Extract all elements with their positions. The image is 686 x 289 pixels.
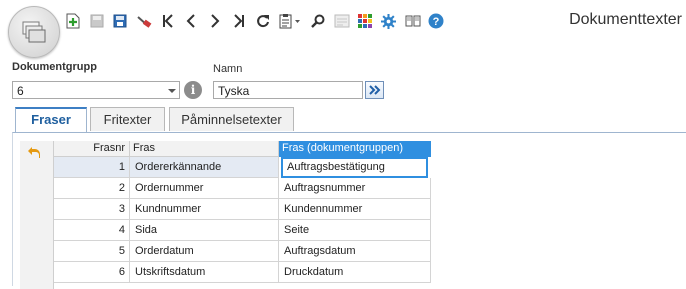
- window-title: Dokumenttexter: [569, 11, 682, 28]
- cell-fras: Ordernummer: [130, 178, 279, 199]
- previous-record-button[interactable]: [180, 9, 202, 33]
- help-icon: ?: [428, 13, 444, 29]
- cell-fras-dokumentgruppen-editor[interactable]: Auftragsbestätigung: [281, 157, 428, 178]
- cell-frasnr: 6: [54, 262, 130, 283]
- new-record-button[interactable]: [62, 9, 84, 33]
- info-icon: i: [190, 83, 196, 97]
- tab-fraser[interactable]: Fraser: [15, 107, 87, 134]
- next-record-button[interactable]: [204, 9, 226, 33]
- col-header-frasnr[interactable]: Frasnr: [54, 141, 130, 157]
- cell-frasnr: 4: [54, 220, 130, 241]
- clipboard-dropdown-icon: [279, 14, 301, 29]
- cell-frasnr: 3: [54, 199, 130, 220]
- search-button[interactable]: [307, 9, 329, 33]
- clipboard-dropdown-button[interactable]: [275, 9, 305, 33]
- delete-button[interactable]: [133, 9, 155, 33]
- namn-value: Tyska: [218, 84, 250, 98]
- namn-label: Namn: [213, 63, 243, 75]
- toolbar: ?: [62, 8, 449, 34]
- cell-fras-dokumentgruppen[interactable]: Auftragsnummer: [279, 178, 431, 199]
- last-record-button[interactable]: [228, 9, 250, 33]
- go-button[interactable]: [365, 81, 384, 99]
- col-header-fras-dokumentgruppen[interactable]: Fras (dokumentgruppen): [279, 141, 431, 157]
- dokumentgrupp-value: 6: [17, 84, 24, 98]
- delete-icon: [137, 16, 152, 28]
- info-button[interactable]: i: [184, 81, 202, 99]
- cell-fras-dokumentgruppen[interactable]: Kundennummer: [279, 199, 431, 220]
- chevron-down-icon: [168, 89, 176, 93]
- save-disabled-icon: [90, 14, 104, 28]
- cell-frasnr: 5: [54, 241, 130, 262]
- dokumentgrupp-select[interactable]: 6: [12, 81, 180, 99]
- cell-frasnr: 2: [54, 178, 130, 199]
- row-indicator-column: [20, 141, 54, 289]
- save-icon: [113, 14, 127, 28]
- refresh-button[interactable]: [252, 9, 274, 33]
- col-header-fras[interactable]: Fras: [130, 141, 279, 157]
- svg-text:?: ?: [433, 16, 440, 28]
- cell-fras-dokumentgruppen[interactable]: Druckdatum: [279, 262, 431, 283]
- form-disabled-icon: [334, 14, 350, 28]
- apps-button[interactable]: [354, 9, 376, 33]
- settings-button[interactable]: [378, 9, 400, 33]
- cell-fras-dokumentgruppen[interactable]: Auftragsdatum: [279, 241, 431, 262]
- cell-frasnr: 1: [54, 157, 130, 178]
- cell-fras: Kundnummer: [130, 199, 279, 220]
- cell-fras: Ordererkännande: [130, 157, 279, 178]
- app-logo[interactable]: [8, 6, 60, 58]
- save-button[interactable]: [109, 9, 131, 33]
- refresh-icon: [256, 15, 269, 28]
- app-logo-icon: [22, 21, 46, 43]
- form-button-disabled[interactable]: [331, 9, 353, 33]
- dokumentgrupp-label: Dokumentgrupp: [12, 61, 97, 73]
- search-icon: [311, 14, 325, 28]
- cell-fras: Utskriftsdatum: [130, 262, 279, 283]
- book-button[interactable]: [402, 9, 424, 33]
- cell-fras: Sida: [130, 220, 279, 241]
- previous-record-icon: [187, 14, 196, 28]
- last-record-icon: [234, 14, 244, 28]
- tab-fritexter[interactable]: Fritexter: [90, 107, 165, 131]
- apps-grid-icon: [358, 14, 373, 28]
- save-disabled-button[interactable]: [86, 9, 108, 33]
- tab-paminnelsetexter[interactable]: Påminnelsetexter: [169, 107, 294, 131]
- namn-input[interactable]: Tyska: [213, 81, 363, 99]
- undo-icon[interactable]: [27, 146, 41, 162]
- book-icon: [405, 15, 421, 27]
- first-record-icon: [162, 14, 173, 28]
- help-button[interactable]: ?: [425, 9, 447, 33]
- next-record-icon: [211, 14, 220, 28]
- first-record-button[interactable]: [157, 9, 179, 33]
- cell-fras-dokumentgruppen[interactable]: Seite: [279, 220, 431, 241]
- new-record-icon: [66, 13, 80, 29]
- gear-icon: [381, 13, 397, 29]
- double-chevron-right-icon: [368, 85, 380, 95]
- cell-fras: Orderdatum: [130, 241, 279, 262]
